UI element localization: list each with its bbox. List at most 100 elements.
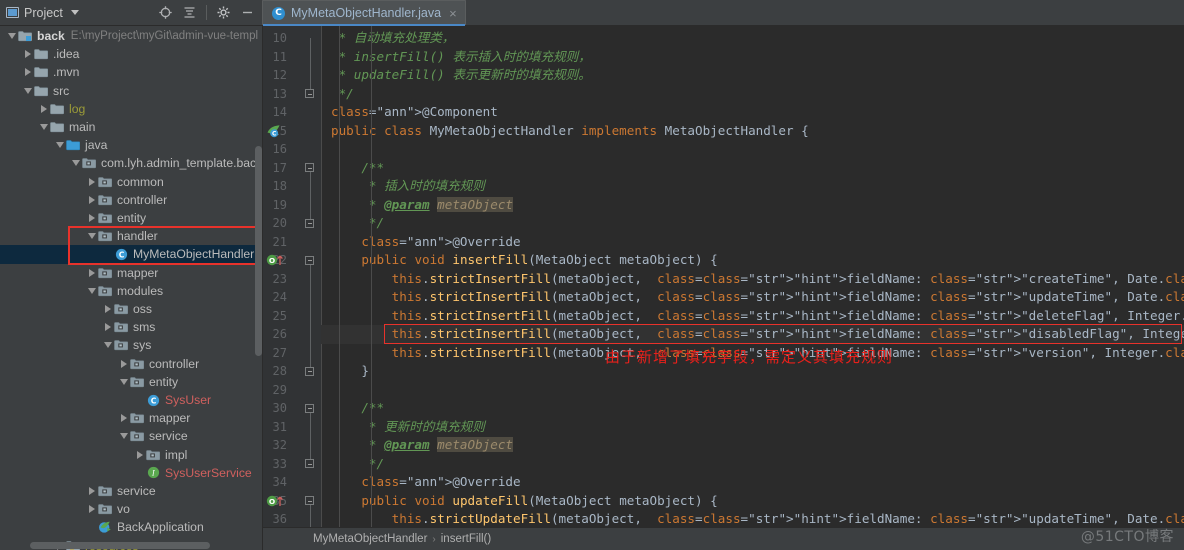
code-lines[interactable]: * 自动填充处理类， * insertFill() 表示插入时的填充规则， * … [321,26,1184,527]
chevron-right-icon[interactable] [118,414,129,423]
tree-node-mymetaobjecthandler[interactable]: C MyMetaObjectHandler [0,245,262,264]
editor-tab-mymetaobjecthandler[interactable]: C MyMetaObjectHandler.java × [262,0,466,26]
tree-node-entity[interactable]: entity [0,373,262,391]
chevron-down-icon[interactable] [6,33,17,40]
chevron-right-icon[interactable] [22,68,33,77]
chevron-right-icon[interactable] [86,195,97,204]
tree-node--idea[interactable]: .idea [0,45,262,63]
chevron-down-icon[interactable] [86,287,97,294]
breadcrumb-item-method[interactable]: insertFill() [441,533,491,545]
code-line[interactable]: class="ann">@Component [321,103,1184,122]
chevron-right-icon[interactable] [86,214,97,223]
code-line[interactable]: this.strictInsertFill(metaObject, class=… [321,270,1184,289]
tree-node-modules[interactable]: modules [0,282,262,300]
tree-node-impl[interactable]: impl [0,446,262,464]
code-line[interactable]: this.strictInsertFill(metaObject, class=… [321,325,1184,344]
code-line[interactable]: * @param metaObject [321,196,1184,215]
code-line[interactable]: * 自动填充处理类， [321,29,1184,48]
chevron-down-icon[interactable] [70,160,81,167]
tree-node-controller[interactable]: controller [0,355,262,373]
tree-vertical-scrollbar[interactable] [255,146,262,356]
minimize-icon[interactable] [240,5,255,20]
changed-line-marker[interactable] [266,325,292,344]
tree-node-src[interactable]: src [0,82,262,100]
code-area[interactable]: 10 11 12 13 14 15 C 16 17 18 19 20 21 22 O 23 24 25 26 27 28… [263,26,1184,527]
tree-node-java[interactable]: java [0,136,262,154]
code-line[interactable]: */ [321,455,1184,474]
override-gutter-icon[interactable]: O [266,492,292,511]
code-line[interactable]: */ [321,85,1184,104]
chevron-right-icon[interactable] [118,359,129,368]
code-line[interactable]: * updateFill() 表示更新时的填充规则。 [321,66,1184,85]
code-line[interactable] [321,381,1184,400]
code-line[interactable]: class="ann">@Override [321,233,1184,252]
fold-toggle-icon[interactable] [304,362,315,381]
chevron-right-icon[interactable] [86,505,97,514]
chevron-down-icon[interactable] [54,142,65,149]
chevron-down-icon[interactable] [102,342,113,349]
chevron-down-icon[interactable] [38,124,49,131]
tree-node-backapplication[interactable]: BackApplication [0,518,262,536]
code-line[interactable]: this.strictUpdateFill(metaObject, class=… [321,510,1184,527]
tree-node-back[interactable]: back E:\myProject\myGit\admin-vue-templ [0,27,262,45]
code-line[interactable]: public void insertFill(MetaObject metaOb… [321,251,1184,270]
code-line[interactable]: * 更新时的填充规则 [321,418,1184,437]
chevron-right-icon[interactable] [86,268,97,277]
breadcrumb-item-class[interactable]: MyMetaObjectHandler [313,533,427,545]
tree-node-sysuserservice[interactable]: I SysUserService [0,464,262,482]
code-line[interactable]: this.strictInsertFill(metaObject, class=… [321,307,1184,326]
chevron-right-icon[interactable] [22,50,33,59]
code-line[interactable]: this.strictInsertFill(metaObject, class=… [321,288,1184,307]
code-line[interactable]: * @param metaObject [321,436,1184,455]
chevron-right-icon[interactable] [86,487,97,496]
fold-toggle-icon[interactable] [304,251,315,270]
code-line[interactable]: */ [321,214,1184,233]
close-icon[interactable]: × [447,7,457,20]
override-gutter-icon[interactable]: O [266,251,292,270]
tree-node-sysuser[interactable]: C SysUser [0,391,262,409]
project-tree[interactable]: back E:\myProject\myGit\admin-vue-templ .i… [0,26,263,550]
chevron-down-icon[interactable] [86,233,97,240]
tree-node-handler[interactable]: handler [0,227,262,245]
tree-node--mvn[interactable]: .mvn [0,63,262,81]
chevron-down-icon[interactable] [70,10,79,15]
tree-node-main[interactable]: main [0,118,262,136]
fold-toggle-icon[interactable] [304,399,315,418]
chevron-right-icon[interactable] [134,450,145,459]
code-line[interactable]: /** [321,399,1184,418]
tree-node-service[interactable]: service [0,427,262,445]
spring-bean-gutter-icon[interactable]: C [266,122,292,141]
fold-toggle-icon[interactable] [304,455,315,474]
chevron-down-icon[interactable] [22,87,33,94]
chevron-down-icon[interactable] [118,378,129,385]
code-line[interactable]: class="ann">@Override [321,473,1184,492]
locate-icon[interactable] [158,5,173,20]
code-line[interactable]: * 插入时的填充规则 [321,177,1184,196]
tree-horizontal-scrollbar[interactable] [30,542,210,549]
code-line[interactable]: * insertFill() 表示插入时的填充规则， [321,48,1184,67]
tree-node-entity[interactable]: entity [0,209,262,227]
fold-toggle-icon[interactable] [304,85,315,104]
code-line[interactable] [321,140,1184,159]
tree-node-com-lyh-admin-template-back[interactable]: com.lyh.admin_template.back [0,154,262,172]
tree-node-sys[interactable]: sys [0,336,262,354]
chevron-right-icon[interactable] [102,305,113,314]
fold-toggle-icon[interactable] [304,159,315,178]
chevron-right-icon[interactable] [102,323,113,332]
settings-gear-icon[interactable] [216,5,231,20]
tree-node-controller[interactable]: controller [0,191,262,209]
fold-toggle-icon[interactable] [304,214,315,233]
chevron-right-icon[interactable] [38,104,49,113]
collapse-all-icon[interactable] [182,5,197,20]
code-line[interactable]: public class MyMetaObjectHandler impleme… [321,122,1184,141]
code-line[interactable]: public void updateFill(MetaObject metaOb… [321,492,1184,511]
tree-node-mapper[interactable]: mapper [0,264,262,282]
tree-node-mapper[interactable]: mapper [0,409,262,427]
tree-node-oss[interactable]: oss [0,300,262,318]
project-panel-title[interactable]: Project [6,6,79,20]
code-line[interactable]: /** [321,159,1184,178]
tree-node-service[interactable]: service [0,482,262,500]
editor-gutter[interactable]: 10 11 12 13 14 15 C 16 17 18 19 20 21 22 O 23 24 25 26 27 28… [263,26,322,527]
tree-node-sms[interactable]: sms [0,318,262,336]
chevron-right-icon[interactable] [86,177,97,186]
